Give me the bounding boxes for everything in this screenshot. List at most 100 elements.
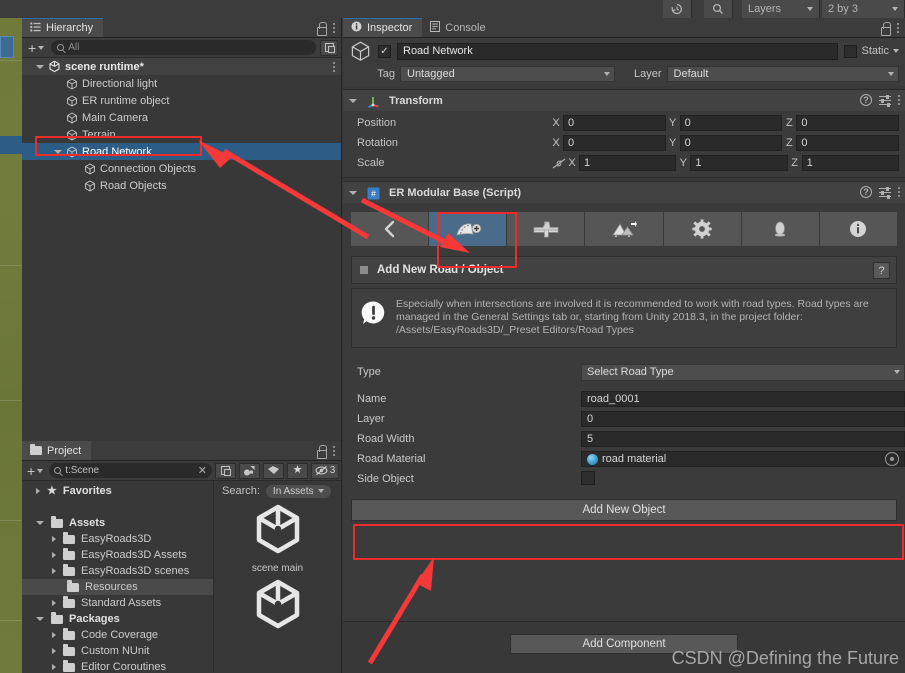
collapse-triangle-icon[interactable] [349, 190, 357, 195]
expand-triangle-icon[interactable] [36, 521, 44, 525]
side-object-checkbox[interactable] [581, 470, 595, 485]
hierarchy-item-road-network[interactable]: Road Network [22, 143, 341, 160]
general-settings-button[interactable] [663, 212, 742, 246]
expand-triangle-icon[interactable] [52, 536, 56, 542]
hierarchy-item-directional-light[interactable]: Directional light [22, 75, 341, 92]
expand-triangle-icon[interactable] [54, 149, 62, 154]
transform-position-z-input[interactable]: 0 [796, 115, 900, 131]
transform-scale-y-input[interactable]: 1 [690, 155, 788, 171]
hierarchy-popout-button[interactable] [320, 39, 338, 56]
constrain-proportions-icon[interactable] [552, 158, 566, 169]
inspector-menu-icon[interactable] [897, 23, 899, 33]
project-tree-item-editor-coroutines[interactable]: Editor Coroutines [22, 659, 213, 673]
component-menu-icon[interactable] [898, 187, 900, 197]
project-menu-icon[interactable] [333, 446, 335, 456]
scene-view-sliver[interactable] [0, 0, 22, 673]
hierarchy-item-main-camera[interactable]: Main Camera [22, 109, 341, 126]
tab-console[interactable]: Console [422, 18, 496, 37]
hierarchy-item-terrain[interactable]: Terrain [22, 126, 341, 143]
project-asset-tile[interactable]: scene main [250, 503, 306, 574]
add-road-button[interactable] [429, 212, 508, 246]
terrain-button[interactable] [585, 212, 664, 246]
project-asset-tile[interactable] [250, 578, 306, 637]
type-dropdown[interactable]: Select Road Type [581, 363, 905, 381]
road-material-object-field[interactable]: road material [581, 451, 905, 467]
expand-triangle-icon[interactable] [52, 664, 56, 670]
project-create-button[interactable]: + [24, 464, 46, 478]
expand-triangle-icon[interactable] [36, 617, 44, 621]
search-icon[interactable] [704, 0, 733, 18]
tab-inspector[interactable]: Inspector [343, 18, 423, 37]
object-enabled-checkbox[interactable]: ✓ [378, 44, 391, 58]
tab-hierarchy[interactable]: Hierarchy [22, 18, 104, 37]
help-icon[interactable]: ? [860, 186, 872, 198]
transform-scale-z-input[interactable]: 1 [801, 155, 899, 171]
help-icon[interactable]: ? [860, 94, 872, 106]
name-input[interactable]: road_0001 [581, 391, 905, 407]
expand-triangle-icon[interactable] [36, 64, 44, 69]
history-icon[interactable] [663, 0, 692, 18]
hierarchy-item-scene-runtime[interactable]: scene runtime* [22, 58, 341, 75]
create-object-button[interactable]: + [25, 41, 47, 55]
tab-project[interactable]: Project [22, 441, 92, 460]
lock-icon[interactable] [880, 22, 891, 36]
transform-rotation-y-input[interactable]: 0 [679, 135, 783, 151]
add-new-object-button[interactable]: Add New Object [351, 499, 897, 521]
hidden-packages-button[interactable]: 3 [311, 462, 339, 479]
static-checkbox[interactable] [844, 44, 858, 58]
transform-position-y-input[interactable]: 0 [679, 115, 783, 131]
project-popout-button[interactable] [215, 462, 236, 479]
project-tree-item-easyroads3d-scenes[interactable]: EasyRoads3D scenes [22, 563, 213, 579]
project-tree-item-code-coverage[interactable]: Code Coverage [22, 627, 213, 643]
project-tree-item-resources[interactable]: Resources [22, 579, 213, 595]
transform-position-x-input[interactable]: 0 [563, 115, 666, 131]
filter-favorites-button[interactable]: ★ [287, 462, 308, 479]
preset-icon[interactable] [879, 186, 891, 199]
crossing-button[interactable] [507, 212, 586, 246]
object-picker-icon[interactable] [885, 452, 899, 466]
info-button[interactable] [819, 212, 897, 246]
expand-triangle-icon[interactable] [52, 648, 56, 654]
search-scope-dropdown[interactable]: In Assets [265, 484, 331, 498]
layers-dropdown[interactable]: Layers [742, 0, 820, 18]
filter-by-type-button[interactable] [239, 462, 260, 479]
project-tree-item-standard-assets[interactable]: Standard Assets [22, 595, 213, 611]
expand-triangle-icon[interactable] [52, 568, 56, 574]
transform-component-header[interactable]: Transform ? [343, 90, 905, 111]
add-new-road-section-header[interactable]: Add New Road / Object ? [351, 256, 897, 284]
project-tree-item-assets[interactable]: Assets [22, 515, 213, 531]
expand-triangle-icon[interactable] [36, 488, 40, 494]
collapse-triangle-icon[interactable] [349, 98, 357, 103]
scene-menu-icon[interactable] [333, 62, 335, 72]
component-menu-icon[interactable] [898, 95, 900, 105]
object-name-input[interactable]: Road Network [397, 42, 839, 60]
lock-icon[interactable] [316, 445, 327, 459]
project-tree-item-favorites[interactable]: ★ Favorites [22, 483, 213, 499]
layer-input[interactable]: 0 [581, 411, 905, 427]
tag-dropdown[interactable]: Untagged [400, 66, 615, 82]
filter-by-label-button[interactable] [263, 462, 284, 479]
lock-icon[interactable] [316, 22, 327, 36]
hierarchy-item-road-objects[interactable]: Road Objects [22, 177, 341, 194]
expand-triangle-icon[interactable] [52, 552, 56, 558]
scene-objects-button[interactable] [741, 212, 820, 246]
project-tree-item-easyroads3d-assets[interactable]: EasyRoads3D Assets [22, 547, 213, 563]
layout-dropdown[interactable]: 2 by 3 [822, 0, 905, 18]
er-modular-base-header[interactable]: # ER Modular Base (Script) ? [343, 182, 905, 203]
transform-rotation-x-input[interactable]: 0 [563, 135, 666, 151]
transform-scale-x-input[interactable]: 1 [579, 155, 677, 171]
expand-triangle-icon[interactable] [52, 600, 56, 606]
hierarchy-item-connection-objects[interactable]: Connection Objects [22, 160, 341, 177]
back-arrow-button[interactable] [351, 212, 430, 246]
project-tree-item-custom-nunit[interactable]: Custom NUnit [22, 643, 213, 659]
transform-rotation-z-input[interactable]: 0 [796, 135, 900, 151]
project-search-input[interactable]: t:Scene ✕ [49, 463, 212, 478]
project-tree-item-easyroads3d[interactable]: EasyRoads3D [22, 531, 213, 547]
section-help-button[interactable]: ? [873, 262, 890, 279]
hierarchy-menu-icon[interactable] [333, 23, 335, 33]
road-width-input[interactable]: 5 [581, 431, 905, 447]
static-toggle[interactable]: Static [844, 44, 899, 58]
expand-triangle-icon[interactable] [52, 632, 56, 638]
project-tree-item-packages[interactable]: Packages [22, 611, 213, 627]
hierarchy-item-er-runtime-object[interactable]: ER runtime object [22, 92, 341, 109]
